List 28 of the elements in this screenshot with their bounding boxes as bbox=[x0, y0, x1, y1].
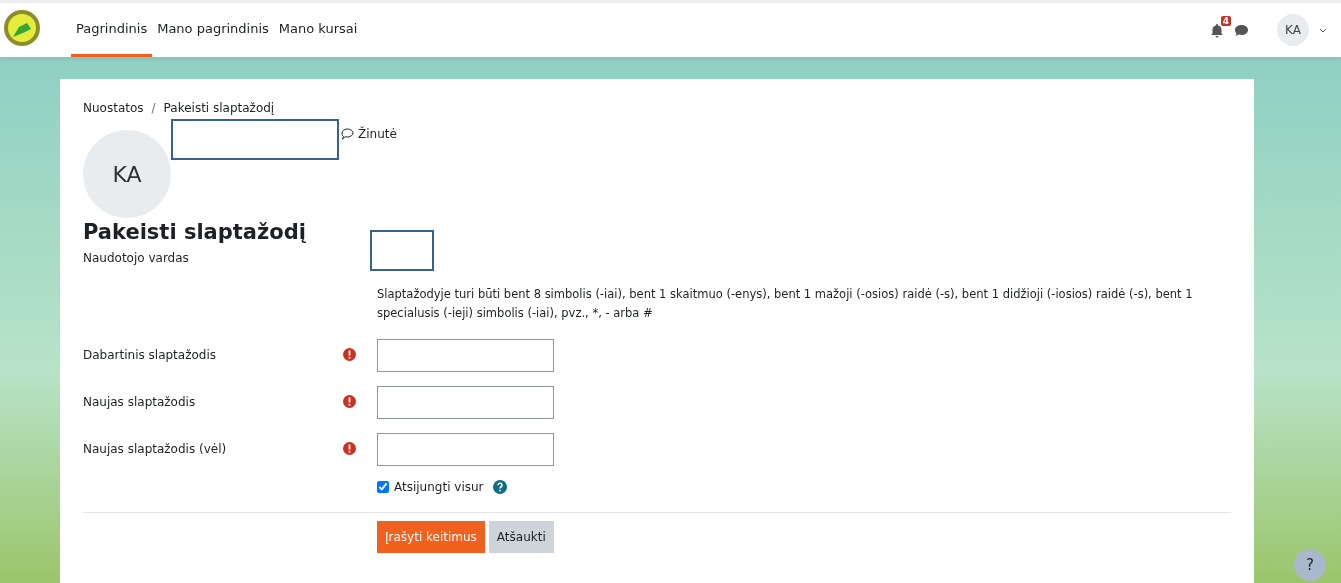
profile-avatar: KA bbox=[83, 130, 171, 218]
speech-bubble-icon bbox=[341, 128, 354, 140]
bell-icon[interactable] bbox=[1210, 22, 1224, 38]
page-heading: Pakeisti slaptažodį bbox=[83, 220, 307, 244]
password-rules-text: Slaptažodyje turi būti bent 8 simbolis (-iai), bent 1 skaitmuo (-enys), bent 1 mažoji (-osios) raidė (-s), bent 1 didžioji (-iosios) raidė (-s), bent 1 specialusis (-ieji) simbolis (-iai), pvz., *, - arba # bbox=[377, 286, 1194, 322]
checkbox[interactable] bbox=[377, 480, 389, 493]
cancel-button[interactable]: Atšaukti bbox=[488, 520, 554, 553]
field-label: Naujas slaptažodis (vėl) bbox=[83, 442, 228, 457]
breadcrumb-separator: / bbox=[151, 101, 156, 115]
chevron-down-icon[interactable] bbox=[1319, 27, 1327, 33]
password-field[interactable] bbox=[377, 385, 554, 419]
redaction-box bbox=[370, 230, 434, 271]
notification-badge: 4 bbox=[1220, 15, 1231, 26]
logo-icon[interactable] bbox=[3, 9, 41, 47]
chat-bubble-icon[interactable] bbox=[1234, 23, 1249, 37]
user-avatar[interactable]: KA bbox=[1277, 14, 1309, 46]
nav-link[interactable]: Mano kursai bbox=[273, 3, 363, 57]
password-field[interactable] bbox=[377, 338, 554, 372]
help-icon[interactable] bbox=[492, 479, 507, 494]
breadcrumb-link[interactable]: Nuostatos bbox=[83, 101, 144, 115]
password-field[interactable] bbox=[377, 432, 554, 466]
checkbox-label: Atsijungti visur bbox=[394, 479, 484, 494]
field-label: Naujas slaptažodis bbox=[83, 395, 197, 410]
breadcrumb-current: Pakeisti slaptažodį bbox=[163, 101, 275, 115]
nav-link[interactable]: Mano pagrindinis bbox=[152, 3, 274, 57]
field-label: Dabartinis slaptažodis bbox=[83, 348, 217, 363]
message-link[interactable]: Žinutė bbox=[341, 127, 397, 141]
field-label: Naudotojo vardas bbox=[83, 250, 190, 265]
